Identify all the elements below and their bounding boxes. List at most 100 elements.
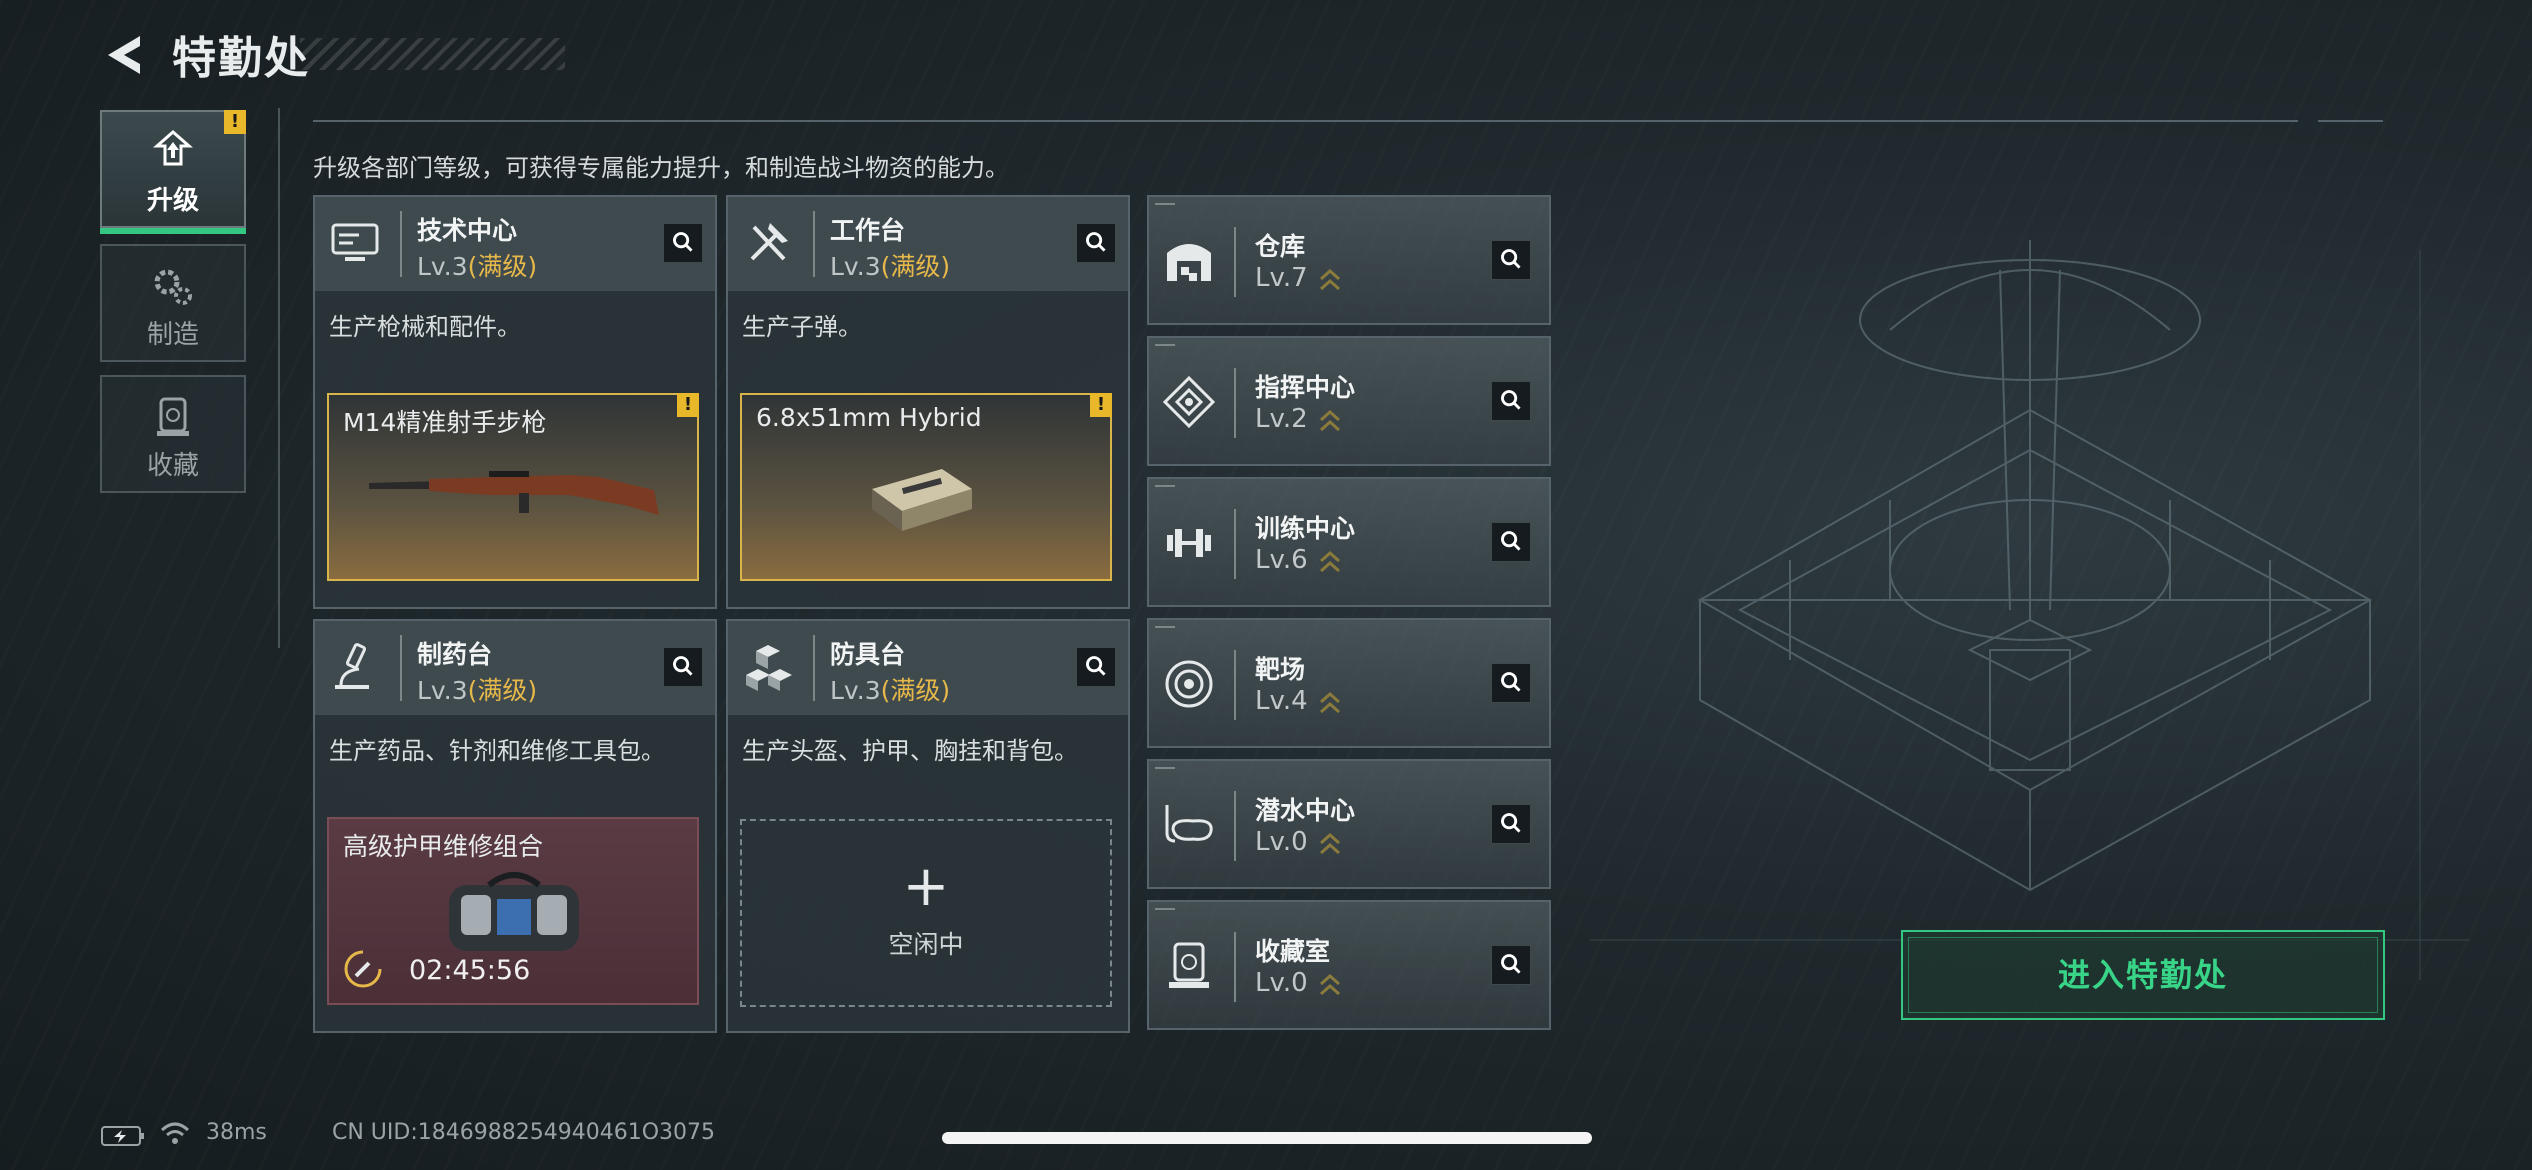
header-separator (400, 635, 402, 701)
empty-production-slot[interactable]: + 空闲中 (740, 819, 1112, 1007)
dept-name: 技术中心 (417, 216, 518, 245)
back-arrow-icon[interactable] (100, 30, 150, 80)
facility-name: 指挥中心 (1255, 373, 1356, 402)
search-icon[interactable] (1491, 240, 1531, 280)
dept-card-header: 制药台 Lv.3(满级) (315, 621, 715, 715)
tools-icon (750, 223, 788, 261)
facility-level: Lv.6 (1255, 545, 1308, 575)
page-title: 特勤处 (172, 33, 310, 84)
production-item-name: M14精准射手步枪 (343, 408, 547, 437)
repair-kit-image (449, 872, 579, 951)
dept-card-armor[interactable]: 防具台 Lv.3(满级) 生产头盔、护甲、胸挂和背包。 + 空闲中 (726, 619, 1130, 1033)
upgrade-chevron-icon (1320, 550, 1340, 573)
dept-card-tech-center[interactable]: 技术中心 Lv.3(满级) 生产枪械和配件。 M14精准射手步枪 ! (313, 195, 717, 609)
search-icon[interactable] (1491, 663, 1531, 703)
production-item-name: 6.8x51mm Hybrid (756, 403, 982, 432)
facility-row-collection-room[interactable]: 收藏室 Lv.0 (1147, 900, 1551, 1030)
facility-level: Lv.7 (1255, 263, 1308, 293)
dept-card-header: 技术中心 Lv.3(满级) (315, 197, 715, 291)
upgrade-chevron-icon (1320, 973, 1340, 996)
facility-level: Lv.2 (1255, 404, 1308, 434)
facility-name: 仓库 (1255, 232, 1306, 261)
upgrade-chevron-icon (1320, 691, 1340, 714)
base-illustration (1590, 240, 2470, 980)
tab-upgrade[interactable]: 升级 ! (100, 110, 246, 234)
corner-tick (1155, 767, 1175, 769)
dept-level: Lv.3(满级) (417, 676, 538, 705)
header-separator (813, 635, 815, 701)
facility-row-training-center[interactable]: 训练中心 Lv.6 (1147, 477, 1551, 607)
tab-craft[interactable]: 制造 (100, 244, 246, 362)
dept-name: 防具台 (830, 640, 906, 669)
corner-tick (1155, 203, 1175, 205)
upgrade-icon (153, 130, 193, 166)
facility-name: 收藏室 (1255, 937, 1331, 966)
production-slot[interactable]: 高级护甲维修组合 02:45:56 (327, 817, 699, 1005)
production-timer: 02:45:56 (409, 955, 531, 986)
diving-mask-icon (1165, 805, 1213, 843)
enter-special-ops-button[interactable]: 进入特勤处 (1901, 930, 2385, 1020)
search-icon[interactable] (1076, 647, 1116, 687)
ping-value: 38ms (206, 1120, 267, 1145)
dept-card-header: 工作台 Lv.3(满级) (728, 197, 1128, 291)
dept-level: Lv.3(满级) (830, 252, 951, 281)
row-separator (1234, 650, 1236, 720)
search-icon[interactable] (663, 647, 703, 687)
monitor-icon (331, 223, 379, 261)
dept-function: 生产枪械和配件。 (329, 313, 521, 341)
corner-tick (1155, 626, 1175, 628)
ammo-box-image (872, 469, 972, 531)
dumbbell-icon (1167, 529, 1211, 557)
divider (278, 108, 280, 648)
production-item-name: 高级护甲维修组合 (343, 832, 544, 861)
blocks-icon (746, 645, 792, 691)
tab-craft-label: 制造 (146, 320, 199, 350)
alert-badge: ! (677, 393, 699, 417)
production-slot[interactable]: 6.8x51mm Hybrid ! (740, 393, 1112, 581)
home-indicator[interactable] (942, 1132, 1592, 1144)
dept-card-pharmacy[interactable]: 制药台 Lv.3(满级) 生产药品、针剂和维修工具包。 高级护甲维修组合 02:… (313, 619, 717, 1033)
row-separator (1234, 791, 1236, 861)
production-slot[interactable]: M14精准射手步枪 ! (327, 393, 699, 581)
facility-row-warehouse[interactable]: 仓库 Lv.7 (1147, 195, 1551, 325)
row-separator (1234, 932, 1236, 1002)
alert-badge: ! (224, 110, 246, 134)
tab-collection[interactable]: 收藏 (100, 375, 246, 493)
divider (2318, 120, 2383, 122)
search-icon[interactable] (1491, 381, 1531, 421)
idle-label: 空闲中 (888, 930, 964, 959)
search-icon[interactable] (1491, 945, 1531, 985)
target-icon (1165, 660, 1213, 708)
wifi-icon (160, 1122, 190, 1144)
alert-badge: ! (1090, 393, 1112, 417)
row-separator (1234, 509, 1236, 579)
search-icon[interactable] (1491, 522, 1531, 562)
search-icon[interactable] (1491, 804, 1531, 844)
tab-collection-label: 收藏 (146, 451, 199, 481)
warehouse-icon (1167, 244, 1211, 281)
facility-name: 潜水中心 (1255, 796, 1356, 825)
command-icon (1163, 376, 1215, 428)
header-separator (813, 211, 815, 277)
upgrade-chevron-icon (1320, 268, 1340, 291)
divider (313, 120, 2298, 122)
collection-icon (157, 397, 189, 436)
facility-name: 训练中心 (1255, 514, 1356, 543)
row-separator (1234, 227, 1236, 297)
gear-icon (154, 269, 192, 305)
facility-row-command-center[interactable]: 指挥中心 Lv.2 (1147, 336, 1551, 466)
facility-level: Lv.0 (1255, 968, 1308, 998)
dept-name: 工作台 (830, 216, 906, 245)
facility-level: Lv.0 (1255, 827, 1308, 857)
facility-row-diving-center[interactable]: 潜水中心 Lv.0 (1147, 759, 1551, 889)
corner-tick (1155, 344, 1175, 346)
rifle-image (369, 471, 659, 515)
collection-icon (1169, 942, 1209, 988)
dept-card-workbench[interactable]: 工作台 Lv.3(满级) 生产子弹。 6.8x51mm Hybrid ! (726, 195, 1130, 609)
facility-row-shooting-range[interactable]: 靶场 Lv.4 (1147, 618, 1551, 748)
dept-card-header: 防具台 Lv.3(满级) (728, 621, 1128, 715)
tab-upgrade-label: 升级 (146, 186, 199, 216)
row-separator (1234, 368, 1236, 438)
search-icon[interactable] (663, 223, 703, 263)
search-icon[interactable] (1076, 223, 1116, 263)
